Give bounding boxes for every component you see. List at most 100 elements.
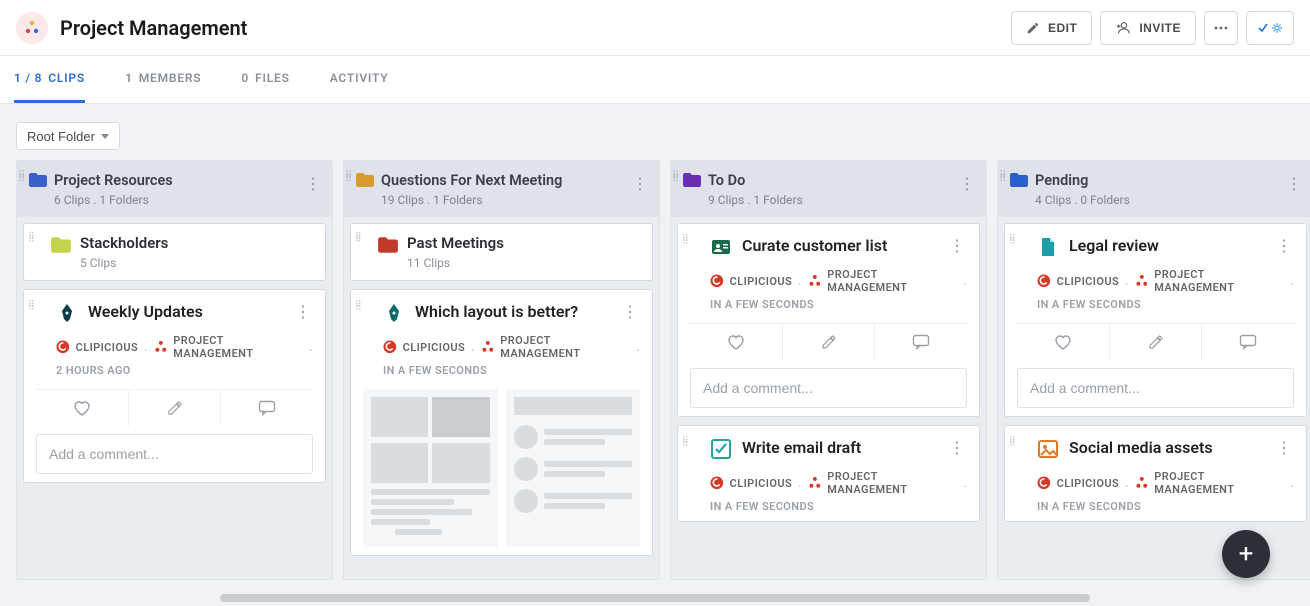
card-source-tags: CLIPICIOUS . PROJECT MANAGEMENT . [1037,268,1294,294]
card-title: Write email draft [742,438,937,459]
card-menu-button[interactable]: ⋮ [293,302,313,321]
pencil-icon [167,400,183,416]
comment-input[interactable] [690,368,967,408]
drag-handle-icon[interactable]: ⠿⠿ [672,174,678,182]
clip-card[interactable]: ⠿⠿ Weekly Updates ⋮ CLIPICIOUS . PROJECT… [23,289,326,483]
column-body: ⠿⠿ Curate customer list ⋮ CLIPICIOUS . P… [670,217,987,580]
clipicious-icon [1037,476,1051,490]
comment-input[interactable] [36,434,313,474]
card-menu-button[interactable]: ⋮ [947,438,967,457]
card-menu-button[interactable]: ⋮ [1274,438,1294,457]
like-button[interactable] [1017,324,1110,360]
edit-card-button[interactable] [1110,324,1203,360]
subfolder-meta: 5 Clips [80,256,313,270]
horizontal-scrollbar[interactable] [220,594,1090,602]
subfolder-name: Stackholders [80,234,313,252]
comment-button[interactable] [221,390,313,426]
add-fab-button[interactable]: + [1222,530,1270,578]
comment-icon [258,400,276,416]
drag-handle-icon[interactable]: ⠿⠿ [682,238,688,244]
tab-activity[interactable]: ACTIVITY [330,56,389,103]
drag-handle-icon[interactable]: ⠿⠿ [682,440,688,446]
invite-label: INVITE [1139,21,1181,35]
drag-handle-icon[interactable]: ⠿⠿ [999,174,1005,182]
tab-clips[interactable]: 1 / 8 CLIPS [14,56,85,103]
edit-button[interactable]: EDIT [1011,11,1092,45]
folder-icon [28,172,48,188]
column-header[interactable]: ⠿⠿ Pending 4 Clips . 0 Folders ⋮ [997,160,1310,217]
drag-handle-icon[interactable]: ⠿⠿ [1009,238,1015,244]
chevron-down-icon [101,134,109,139]
root-folder-dropdown[interactable]: Root Folder [16,122,120,150]
tab-files-count: 0 [241,71,249,85]
edit-card-button[interactable] [783,324,876,360]
source-app: CLIPICIOUS [76,341,138,354]
edit-card-button[interactable] [129,390,222,426]
like-button[interactable] [36,390,129,426]
board-icon [154,340,168,354]
card-menu-button[interactable]: ⋮ [620,302,640,321]
folder-icon [355,172,375,188]
card-title: Weekly Updates [88,302,283,323]
drag-handle-icon[interactable]: ⠿⠿ [345,174,351,182]
subfolder-meta: 11 Clips [407,256,640,270]
card-timestamp: IN A FEW SECONDS [383,364,640,377]
comment-button[interactable] [1202,324,1294,360]
like-button[interactable] [690,324,783,360]
source-board: PROJECT MANAGEMENT [1154,470,1284,496]
clip-card[interactable]: ⠿⠿ Curate customer list ⋮ CLIPICIOUS . P… [677,223,980,417]
card-source-tags: CLIPICIOUS . PROJECT MANAGEMENT . [710,268,967,294]
source-board: PROJECT MANAGEMENT [173,334,303,360]
column-menu-button[interactable]: ⋮ [1282,170,1306,197]
column: ⠿⠿ Questions For Next Meeting 19 Clips .… [343,160,660,580]
board-icon [1135,274,1149,288]
column-header[interactable]: ⠿⠿ Project Resources 6 Clips . 1 Folders… [16,160,333,217]
tab-members[interactable]: 1 MEMBERS [125,56,201,103]
pencil-icon [1148,334,1164,350]
column-menu-button[interactable]: ⋮ [301,170,325,197]
folder-icon [50,236,72,254]
document-icon [1037,236,1059,258]
card-timestamp: IN A FEW SECONDS [1037,500,1294,513]
clipicious-icon [1037,274,1051,288]
clipicious-icon [383,340,397,354]
subfolder-row[interactable]: ⠿⠿ Stackholders 5 Clips [23,223,326,281]
drag-handle-icon[interactable]: ⠿⠿ [28,304,34,310]
board-icon [1135,476,1149,490]
drag-handle-icon[interactable]: ⠿⠿ [18,174,24,182]
comment-input[interactable] [1017,368,1294,408]
folder-icon [682,172,702,188]
column: ⠿⠿ To Do 9 Clips . 1 Folders ⋮ ⠿⠿ Curate… [670,160,987,580]
source-board: PROJECT MANAGEMENT [827,268,957,294]
drag-handle-icon[interactable]: ⠿⠿ [1009,440,1015,446]
kanban-board: ⠿⠿ Project Resources 6 Clips . 1 Folders… [0,160,1310,600]
tabs-bar: 1 / 8 CLIPS 1 MEMBERS 0 FILES ACTIVITY [0,56,1310,104]
more-button[interactable] [1204,11,1238,45]
drag-handle-icon[interactable]: ⠿⠿ [355,304,361,310]
column-header[interactable]: ⠿⠿ Questions For Next Meeting 19 Clips .… [343,160,660,217]
card-menu-button[interactable]: ⋮ [947,236,967,255]
column-menu-button[interactable]: ⋮ [628,170,652,197]
comment-button[interactable] [875,324,967,360]
clip-card[interactable]: ⠿⠿ Which layout is better? ⋮ CLIPICIOUS … [350,289,653,556]
clip-card[interactable]: ⠿⠿ Legal review ⋮ CLIPICIOUS . PROJECT M… [1004,223,1307,417]
image-icon [1037,438,1059,460]
drag-handle-icon[interactable]: ⠿⠿ [28,236,34,242]
card-actions [1017,323,1294,360]
clip-card[interactable]: ⠿⠿ Write email draft ⋮ CLIPICIOUS . PROJ… [677,425,980,522]
tab-files[interactable]: 0 FILES [241,56,289,103]
settings-button[interactable] [1246,11,1294,45]
card-menu-button[interactable]: ⋮ [1274,236,1294,255]
source-board: PROJECT MANAGEMENT [500,334,630,360]
column-menu-button[interactable]: ⋮ [955,170,979,197]
clip-card[interactable]: ⠿⠿ Social media assets ⋮ CLIPICIOUS . PR… [1004,425,1307,522]
check-icon [1257,22,1269,34]
app-logo [16,12,48,44]
column-header[interactable]: ⠿⠿ To Do 9 Clips . 1 Folders ⋮ [670,160,987,217]
subfolder-row[interactable]: ⠿⠿ Past Meetings 11 Clips [350,223,653,281]
heart-icon [727,334,745,350]
invite-button[interactable]: INVITE [1100,11,1196,45]
column-body: ⠿⠿ Legal review ⋮ CLIPICIOUS . PROJECT M… [997,217,1310,580]
column-meta: 19 Clips . 1 Folders [381,193,646,207]
drag-handle-icon[interactable]: ⠿⠿ [355,236,361,242]
